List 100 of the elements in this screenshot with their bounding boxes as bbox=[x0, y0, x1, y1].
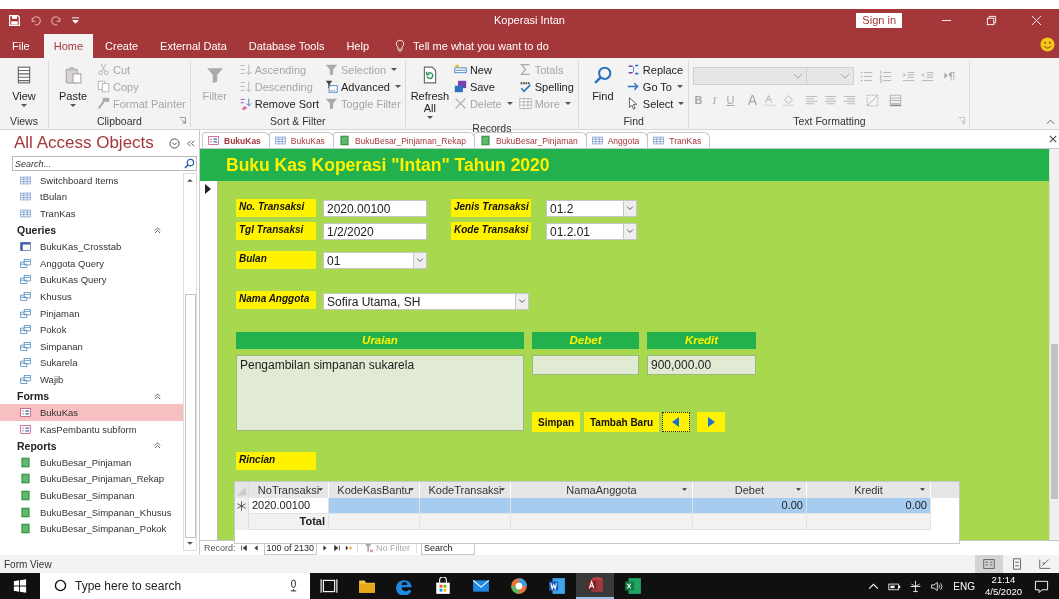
nav-item[interactable]: Simpanan bbox=[0, 337, 183, 355]
airplane-icon[interactable] bbox=[909, 579, 923, 593]
scroll-thumb[interactable] bbox=[184, 293, 196, 539]
nav-item[interactable]: Wajib bbox=[0, 371, 183, 388]
nav-item[interactable]: Khusus bbox=[0, 288, 183, 305]
double-chevron-up-icon[interactable] bbox=[154, 226, 161, 234]
current-record-field[interactable]: 100 of 2130 bbox=[263, 541, 318, 555]
nav-item[interactable]: Anggota Query bbox=[0, 254, 183, 272]
scrollbar[interactable] bbox=[183, 173, 197, 551]
double-chevron-up-icon[interactable] bbox=[154, 392, 161, 400]
form-button[interactable]: Tambah Baru bbox=[584, 412, 660, 432]
nav-item[interactable]: BukuKas Query bbox=[0, 271, 183, 289]
scrollbar[interactable] bbox=[1049, 149, 1059, 540]
nav-item[interactable]: BukuKas_Crosstab bbox=[0, 238, 183, 255]
ribbon-tab[interactable]: Home bbox=[43, 34, 94, 58]
ribbon-button[interactable]: View bbox=[4, 61, 44, 110]
first-record-icon[interactable] bbox=[239, 544, 248, 552]
nav-item[interactable]: BukuKas bbox=[0, 404, 183, 421]
chevron-down-icon[interactable] bbox=[169, 137, 180, 149]
close-icon[interactable] bbox=[1049, 135, 1057, 143]
save-icon[interactable] bbox=[8, 13, 21, 27]
text-area[interactable]: Pengambilan simpanan sukarela bbox=[236, 355, 524, 431]
next-button[interactable] bbox=[697, 412, 725, 432]
microphone-icon[interactable] bbox=[289, 579, 298, 592]
document-tab[interactable]: BukuKas bbox=[202, 132, 270, 148]
taskbar-search-field[interactable]: Type here to search bbox=[40, 573, 310, 599]
ribbon-button[interactable]: Save bbox=[453, 78, 513, 95]
smiley-icon[interactable] bbox=[1040, 37, 1055, 52]
nav-item[interactable]: Switchboard Items bbox=[0, 172, 183, 189]
combo-box[interactable]: Sofira Utama, SH bbox=[323, 293, 529, 310]
document-tab[interactable]: BukuBesar_Pinjaman bbox=[473, 132, 587, 148]
ribbon-button[interactable]: New bbox=[453, 61, 513, 78]
table-cell[interactable]: 0.00 bbox=[693, 498, 807, 514]
nav-item[interactable]: BukuBesar_Simpanan bbox=[0, 487, 183, 504]
text-field[interactable] bbox=[532, 355, 639, 375]
nav-item[interactable]: tBulan bbox=[0, 188, 183, 206]
taskbar-app[interactable] bbox=[576, 573, 614, 599]
nav-item[interactable]: Pinjaman bbox=[0, 304, 183, 322]
customize-icon[interactable] bbox=[71, 15, 80, 25]
ribbon-tab[interactable]: External Data bbox=[150, 34, 237, 58]
scroll-up-icon[interactable] bbox=[186, 176, 194, 184]
speaker-icon[interactable] bbox=[930, 579, 944, 593]
undo-icon[interactable] bbox=[29, 13, 42, 27]
ribbon-tab[interactable]: Create bbox=[95, 34, 149, 58]
nav-pane-title[interactable]: All Access Objects bbox=[14, 133, 164, 153]
ribbon-tab[interactable]: Help bbox=[336, 34, 379, 58]
document-tab[interactable]: BukuBesar_Pinjaman_Rekap bbox=[332, 132, 475, 148]
nav-item[interactable]: TranKas bbox=[0, 205, 183, 222]
nav-item[interactable]: Sukarela bbox=[0, 354, 183, 372]
new-record-icon[interactable] bbox=[345, 544, 354, 552]
section-heading[interactable]: Forms bbox=[17, 390, 50, 402]
search-field[interactable]: Search bbox=[421, 541, 476, 555]
double-chevron-left-icon[interactable] bbox=[185, 137, 196, 149]
font-name-field[interactable] bbox=[693, 67, 808, 85]
ribbon-button[interactable]: Select bbox=[626, 95, 685, 112]
ribbon-button[interactable]: Refresh All bbox=[409, 61, 450, 122]
ribbon-button[interactable]: Replace bbox=[626, 61, 685, 78]
nav-item[interactable]: BukuBesar_Simpanan_Pokok bbox=[0, 520, 183, 538]
search-field[interactable]: Search... bbox=[12, 156, 197, 171]
document-tab[interactable]: TranKas bbox=[647, 132, 711, 148]
text-field[interactable]: 900,000.00 bbox=[647, 355, 756, 375]
clock-time[interactable]: 21:14 bbox=[991, 574, 1016, 586]
redo-icon[interactable] bbox=[50, 13, 63, 27]
nav-item[interactable]: BukuBesar_Simpanan_Khusus bbox=[0, 503, 183, 521]
text-field[interactable]: 2020.00100 bbox=[323, 200, 427, 217]
ribbon-button[interactable]: Spelling bbox=[518, 78, 574, 95]
nav-item[interactable]: Pokok bbox=[0, 321, 183, 338]
nav-item[interactable]: BukuBesar_Pinjaman bbox=[0, 454, 183, 471]
ribbon-button[interactable]: Paste bbox=[53, 61, 93, 110]
table-cell[interactable]: 0.00 bbox=[807, 498, 931, 514]
nav-item[interactable]: KasPembantu subform bbox=[0, 420, 183, 438]
ribbon-tab[interactable]: Database Tools bbox=[238, 34, 335, 58]
table-cell[interactable] bbox=[420, 498, 511, 514]
windows-logo-icon[interactable] bbox=[13, 579, 27, 593]
combo-box[interactable]: 01 bbox=[323, 252, 427, 269]
column-header[interactable]: NoTransaksi bbox=[249, 482, 329, 498]
last-record-icon[interactable] bbox=[333, 544, 342, 552]
ribbon-button[interactable]: Advanced bbox=[324, 78, 401, 95]
table-cell[interactable] bbox=[329, 498, 420, 514]
document-tab[interactable]: Anggota bbox=[585, 132, 649, 148]
section-heading[interactable]: Queries bbox=[17, 224, 57, 237]
scroll-thumb[interactable] bbox=[1051, 344, 1058, 499]
collapse-ribbon-icon[interactable] bbox=[1046, 119, 1055, 125]
combo-box[interactable]: 01.2.01 bbox=[546, 223, 637, 240]
restore-icon[interactable] bbox=[986, 14, 997, 26]
ribbon-button[interactable]: Find bbox=[582, 61, 623, 104]
nav-item[interactable]: BukuBesar_Pinjaman_Rekap bbox=[0, 470, 183, 488]
ribbon-button[interactable]: Go To bbox=[626, 78, 685, 95]
sign-in-button[interactable]: Sign in bbox=[856, 12, 902, 28]
tell-me-field[interactable]: Tell me what you want to do bbox=[413, 34, 549, 58]
notification-icon[interactable] bbox=[1034, 578, 1049, 594]
dialog-launcher-icon[interactable] bbox=[178, 117, 186, 124]
clock-date[interactable]: 4/5/2020 bbox=[985, 586, 1022, 598]
ribbon-button[interactable]: Remove Sort bbox=[238, 95, 319, 112]
document-tab[interactable]: BukuKas bbox=[268, 132, 334, 148]
double-chevron-up-icon[interactable] bbox=[154, 442, 161, 450]
combo-box[interactable]: 01.2 bbox=[546, 200, 637, 217]
previous-button[interactable] bbox=[662, 412, 690, 432]
table-cell[interactable] bbox=[511, 498, 693, 514]
font-size-field[interactable] bbox=[806, 67, 855, 85]
